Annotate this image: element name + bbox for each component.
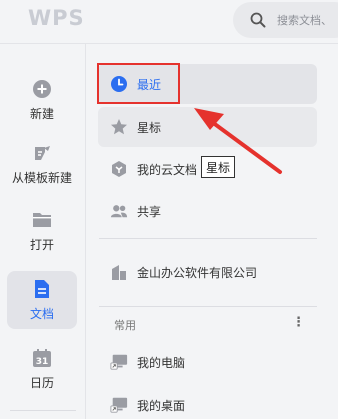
nav-item-company[interactable]: 金山办公软件有限公司 (98, 252, 317, 292)
company-icon (110, 263, 128, 281)
nav-item-label: 我的电脑 (137, 355, 186, 370)
divider (99, 306, 317, 307)
desktop-icon (110, 396, 128, 414)
rail-item-template[interactable]: 从模板新建 (7, 135, 77, 193)
nav-item-label: 星标 (137, 120, 162, 135)
document-icon (31, 278, 53, 300)
search-icon (250, 12, 266, 28)
nav-item-label: 金山办公软件有限公司 (137, 265, 258, 280)
rail-item-label: 新建 (29, 107, 54, 121)
nav-item-label: 共享 (137, 204, 162, 219)
search-box[interactable]: 搜索文档、 (233, 2, 338, 38)
cloud-doc-icon (110, 160, 128, 178)
nav-item-label: 我的云文档 (137, 162, 198, 177)
rail-item-label: 从模板新建 (11, 171, 72, 185)
divider (99, 238, 317, 239)
nav-item-shared[interactable]: 共享 (98, 191, 317, 231)
rail-item-open[interactable]: 打开 (7, 202, 77, 260)
folder-icon (31, 209, 53, 231)
wps-logo: WPS (28, 6, 85, 30)
top-bar: WPS 搜索文档、 (0, 0, 338, 44)
more-options-icon[interactable]: ⋮ (292, 315, 305, 330)
rail-item-new[interactable]: 新建 (7, 71, 77, 129)
calendar-badge: 31 (36, 357, 49, 367)
computer-icon (110, 353, 128, 371)
nav-item-my-desktop[interactable]: 我的桌面 (98, 385, 317, 419)
rail-item-calendar[interactable]: 31 日历 (7, 340, 77, 398)
search-placeholder: 搜索文档、 (277, 14, 332, 27)
rail-item-label: 打开 (29, 238, 54, 252)
nav-item-label: 我的桌面 (137, 398, 186, 413)
rail-item-documents[interactable]: 文档 (7, 271, 77, 329)
plus-circle-icon (31, 78, 53, 100)
nav-item-my-computer[interactable]: 我的电脑 (98, 342, 317, 382)
calendar-icon: 31 (31, 347, 53, 369)
star-icon (110, 118, 128, 136)
rail-item-label: 日历 (29, 376, 54, 390)
share-icon (110, 202, 128, 220)
annotation-arrow (194, 108, 282, 174)
logo-text: WPS (28, 6, 85, 30)
template-icon (31, 142, 53, 164)
highlight-box (97, 63, 180, 104)
left-rail: 新建 从模板新建 打开 文档 31 日历 (0, 44, 85, 419)
section-title-common: 常用 (114, 319, 136, 332)
rail-divider (10, 410, 76, 411)
rail-item-label: 文档 (29, 307, 54, 321)
